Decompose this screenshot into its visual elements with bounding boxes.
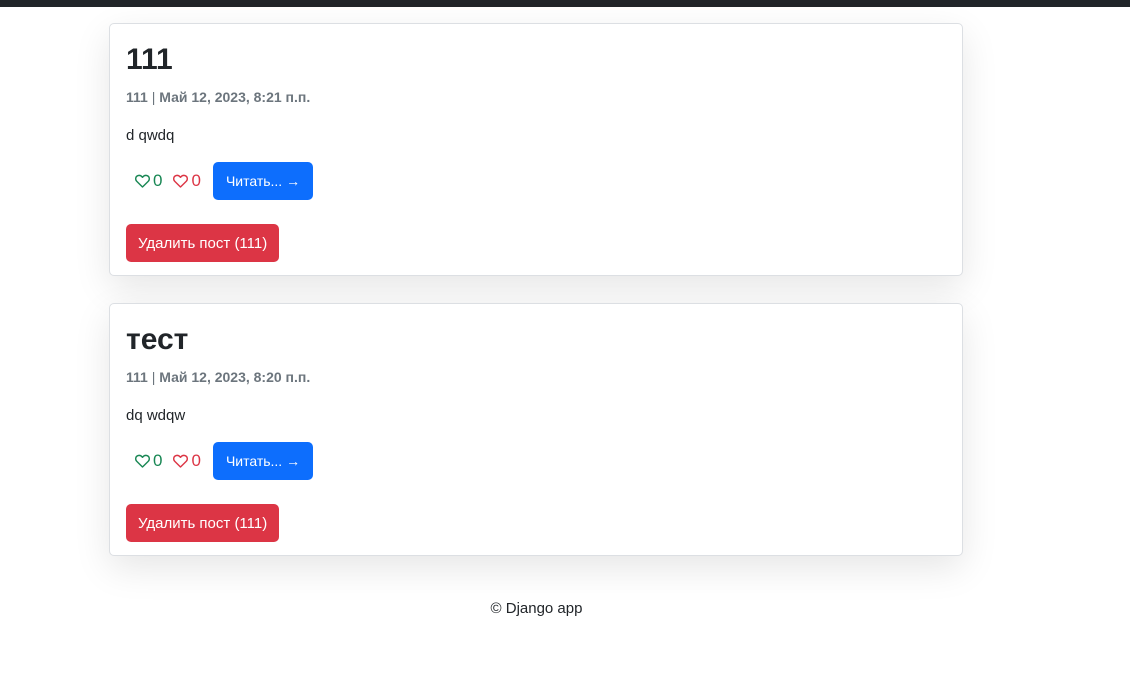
footer-copyright: © Django app [490, 600, 583, 617]
post-excerpt: d qwdq [126, 127, 175, 144]
top-navbar [0, 0, 1130, 7]
dislike-count: 0 [191, 171, 201, 190]
post-date: Май 12, 2023, 8:21 п.п. [159, 89, 311, 105]
dislike-count: 0 [191, 451, 201, 470]
post-excerpt: dq wdqw [126, 407, 186, 424]
meta-separator: | [151, 89, 156, 105]
like-count: 0 [153, 451, 163, 470]
post-actions: 0 0 Читать... → [134, 442, 314, 480]
like-button[interactable]: 0 [134, 171, 162, 191]
post-meta: 111 | Май 12, 2023, 8:20 п.п. [126, 368, 310, 386]
post-title: 111 [126, 43, 173, 76]
heart-outline-icon [173, 454, 189, 468]
heart-outline-icon [135, 174, 150, 188]
post-meta: 111 | Май 12, 2023, 8:21 п.п. [126, 88, 310, 106]
delete-post-button[interactable]: Удалить пост (111) [126, 504, 280, 542]
read-more-button[interactable]: Читать... → [212, 162, 314, 200]
post-author: 111 [126, 369, 148, 385]
post-title: тест [126, 323, 189, 356]
post-actions: 0 0 Читать... → [134, 162, 314, 200]
post-card: тест 111 | Май 12, 2023, 8:20 п.п. dq wd… [109, 303, 963, 556]
delete-post-button[interactable]: Удалить пост (111) [126, 224, 280, 262]
heart-outline-icon [173, 174, 189, 188]
dislike-button[interactable]: 0 [172, 451, 201, 471]
post-author: 111 [126, 89, 148, 105]
meta-separator: | [151, 369, 156, 385]
like-count: 0 [153, 171, 163, 190]
read-more-button[interactable]: Читать... → [212, 442, 314, 480]
like-button[interactable]: 0 [134, 451, 162, 471]
dislike-button[interactable]: 0 [172, 171, 201, 191]
post-date: Май 12, 2023, 8:20 п.п. [159, 369, 311, 385]
post-card: 111 111 | Май 12, 2023, 8:21 п.п. d qwdq… [109, 23, 963, 276]
heart-outline-icon [135, 454, 150, 468]
